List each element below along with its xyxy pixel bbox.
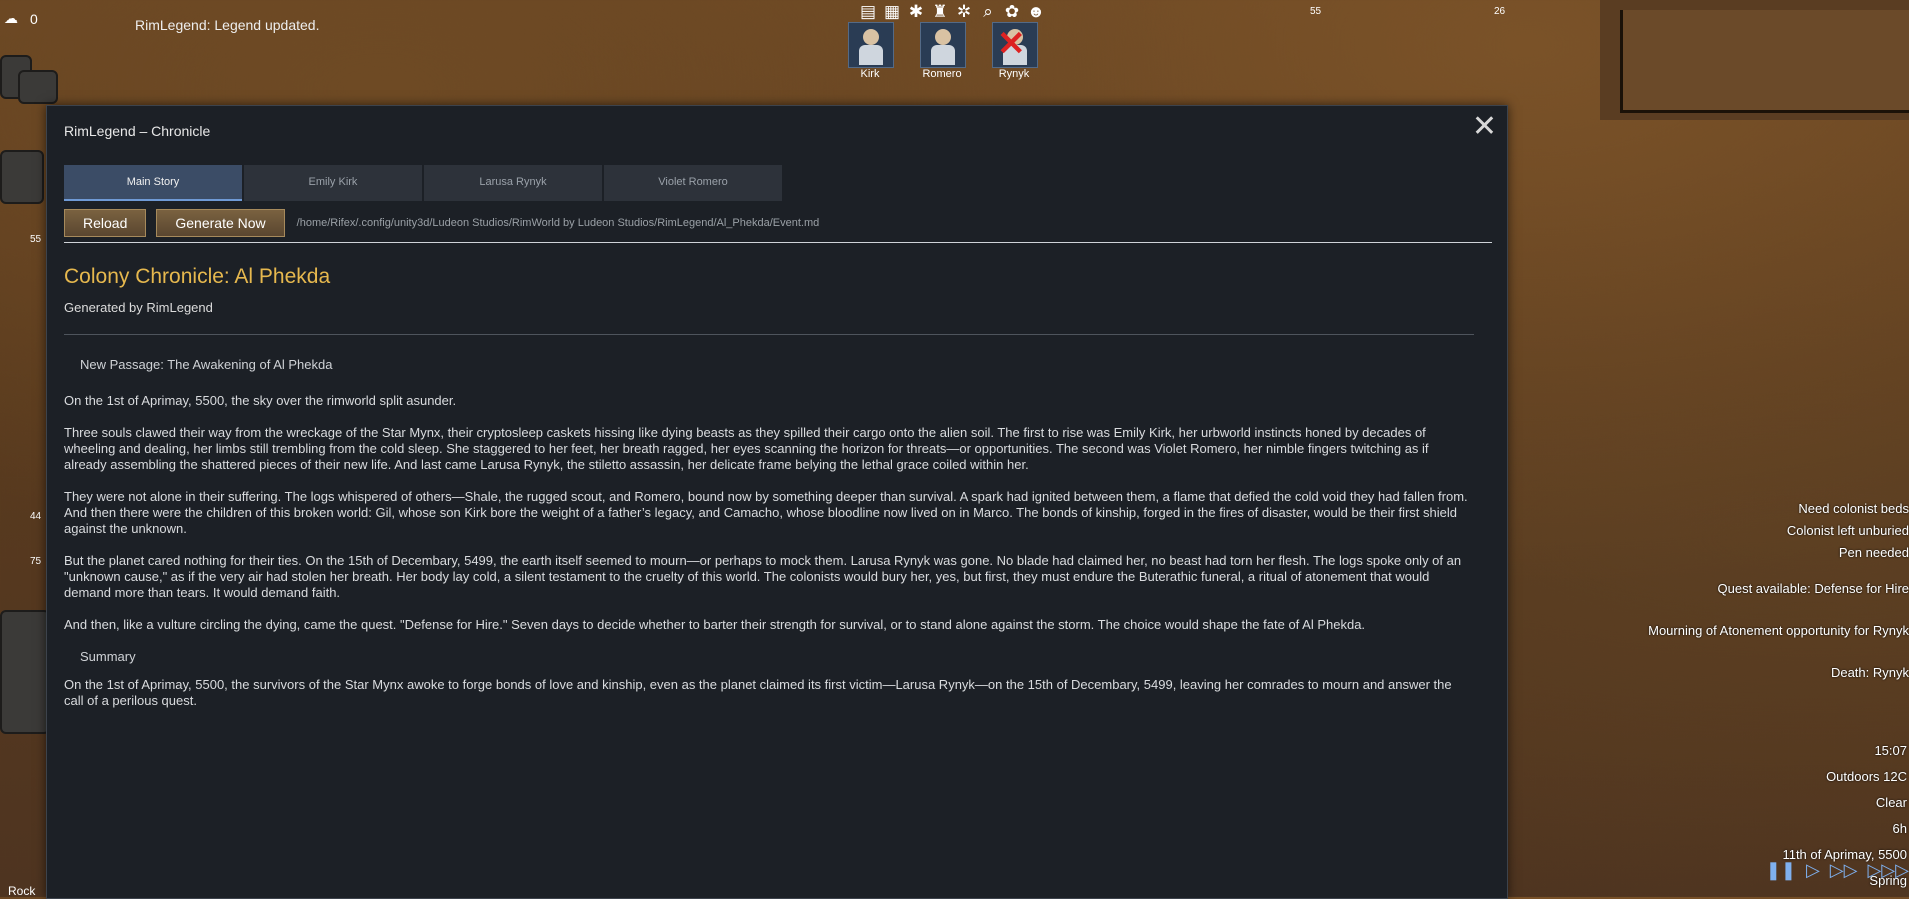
resource-count: 0 — [30, 10, 38, 27]
skull-icon[interactable]: ☻ — [1026, 2, 1046, 22]
superfast-speed-icon[interactable]: ▷▷▷ — [1867, 860, 1909, 881]
pause-icon[interactable]: ❚❚ — [1766, 860, 1796, 881]
normal-speed-icon[interactable]: ▷ — [1806, 860, 1820, 881]
divider — [64, 242, 1492, 243]
generated-by: Generated by RimLegend — [64, 300, 213, 315]
window-title: RimLegend – Chronicle — [64, 123, 211, 139]
alerts-panel: Need colonist beds Colonist left unburie… — [1579, 498, 1909, 684]
generate-now-button[interactable]: Generate Now — [156, 209, 285, 237]
story-paragraph: But the planet cared nothing for their t… — [64, 553, 1462, 600]
alert-item[interactable]: Colonist left unburied — [1579, 520, 1909, 542]
map-rock — [18, 70, 58, 104]
hours: 6h — [1892, 821, 1907, 836]
dead-x-icon: ✕ — [997, 25, 1026, 63]
map-rock — [0, 610, 50, 734]
chef-icon[interactable]: ♜ — [930, 2, 950, 22]
cloud-icon: ☁ — [4, 10, 18, 26]
map-number: 55 — [30, 234, 42, 245]
summary-heading: Summary — [80, 649, 136, 664]
tab-bar: Main Story Emily Kirk Larusa Rynyk Viole… — [64, 165, 782, 201]
time: 15:07 — [1874, 743, 1907, 758]
notification-message: RimLegend: Legend updated. — [135, 17, 320, 33]
colonist-name: Kirk — [860, 68, 880, 80]
story-paragraph: They were not alone in their suffering. … — [64, 489, 1468, 536]
alert-item[interactable]: Need colonist beds — [1579, 498, 1909, 520]
map-number: 75 — [30, 556, 42, 567]
ritual-alert[interactable]: Mourning of Atonement opportunity for Ry… — [1579, 620, 1909, 642]
story-paragraph: On the 1st of Aprimay, 5500, the sky ove… — [64, 393, 457, 408]
weather: Clear — [1875, 795, 1907, 810]
avatar: ✕ — [992, 22, 1038, 68]
list-icon[interactable]: ▤ — [858, 2, 878, 22]
grid-icon[interactable]: ▦ — [882, 2, 902, 22]
story-paragraph: And then, like a vulture circling the dy… — [64, 617, 1366, 632]
temperature: Outdoors 12C — [1826, 769, 1907, 784]
map-number: 44 — [30, 511, 42, 522]
map-number: 26 — [1494, 6, 1506, 17]
colonist-rynyk[interactable]: ✕ Rynyk — [992, 22, 1038, 80]
colonist-bar: Kirk Romero ✕ Rynyk — [848, 22, 1038, 80]
fast-speed-icon[interactable]: ▷▷ — [1830, 860, 1858, 881]
story-paragraph: Three souls clawed their way from the wr… — [64, 425, 1429, 472]
colonist-romero[interactable]: Romero — [920, 22, 966, 80]
snowflake-icon[interactable]: ✲ — [954, 2, 974, 22]
alert-item[interactable]: Pen needed — [1579, 542, 1909, 564]
divider — [64, 334, 1474, 335]
colonist-name: Rynyk — [998, 68, 1030, 80]
chronicle-window: RimLegend – Chronicle ✕ Main Story Emily… — [46, 105, 1508, 899]
tab-larusa-rynyk[interactable]: Larusa Rynyk — [424, 165, 602, 201]
death-alert[interactable]: Death: Rynyk — [1579, 662, 1909, 684]
quest-alert[interactable]: Quest available: Defense for Hire — [1579, 578, 1909, 600]
map-number: 55 — [1310, 6, 1322, 17]
close-icon[interactable]: ✕ — [1472, 112, 1497, 142]
tab-violet-romero[interactable]: Violet Romero — [604, 165, 782, 201]
file-path: /home/Rifex/.config/unity3d/Ludeon Studi… — [296, 217, 820, 229]
chronicle-title: Colony Chronicle: Al Phekda — [64, 265, 331, 288]
resource-readout: ☁ 0 — [4, 10, 38, 27]
action-row: Reload Generate Now /home/Rifex/.config/… — [64, 209, 819, 237]
reload-button[interactable]: Reload — [64, 209, 147, 237]
colonist-name: Romero — [922, 68, 962, 80]
palette-icon[interactable]: ✿ — [1002, 2, 1022, 22]
search-icon[interactable]: ⌕ — [978, 2, 998, 22]
colonist-kirk[interactable]: Kirk — [848, 22, 894, 80]
speed-controls: ❚❚ ▷ ▷▷ ▷▷▷ — [1766, 860, 1909, 881]
chronicle-content: Colony Chronicle: Al Phekda Generated by… — [64, 256, 1474, 725]
snowflake-icon[interactable]: ✱ — [906, 2, 926, 22]
summary-paragraph: On the 1st of Aprimay, 5500, the survivo… — [64, 677, 1452, 708]
tab-main-story[interactable]: Main Story — [64, 165, 242, 201]
tab-emily-kirk[interactable]: Emily Kirk — [244, 165, 422, 201]
passage-heading: New Passage: The Awakening of Al Phekda — [80, 357, 333, 372]
avatar — [920, 22, 966, 68]
avatar — [848, 22, 894, 68]
map-rock — [0, 150, 44, 204]
top-toolbar: ▤ ▦ ✱ ♜ ✲ ⌕ ✿ ☻ — [858, 2, 1046, 22]
map-wall — [1620, 10, 1909, 113]
terrain-label: Rock — [8, 884, 36, 898]
